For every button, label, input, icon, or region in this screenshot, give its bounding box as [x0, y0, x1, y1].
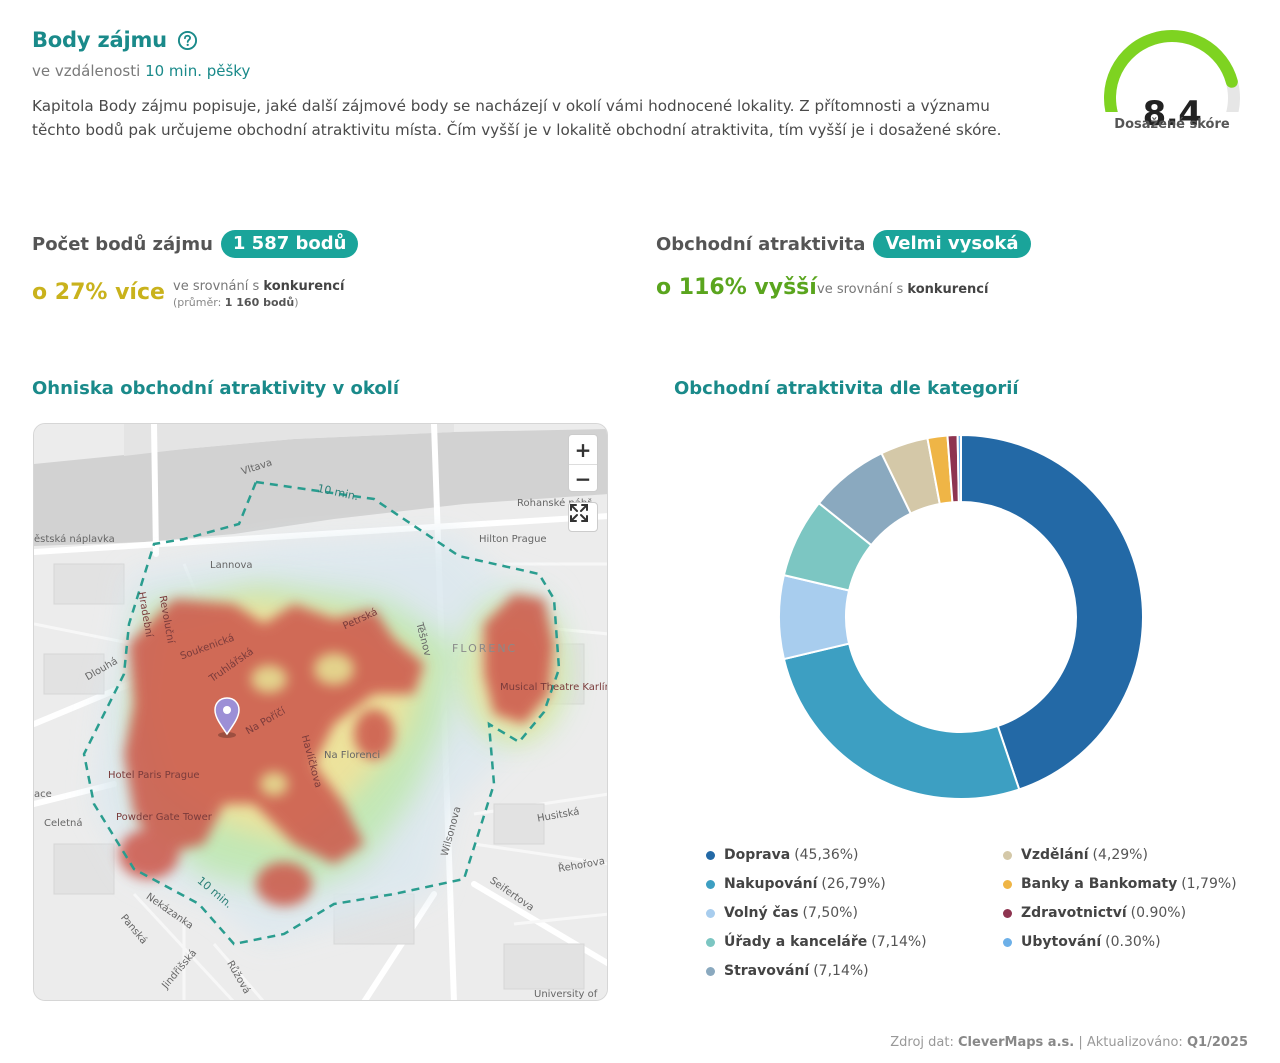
zoom-in-button[interactable]: +	[569, 435, 597, 464]
legend-item-stravovani: Stravování (7,14%)	[706, 963, 869, 979]
legend-dot	[1003, 908, 1012, 918]
legend-dot	[706, 908, 715, 918]
map-label-university: University of	[534, 989, 598, 1000]
legend-item-urady: Úřady a kanceláře (7,14%)	[706, 934, 927, 950]
poi-count-metric: Počet bodů zájmu 1 587 bodů	[32, 230, 359, 258]
zoom-controls: + −	[568, 434, 598, 492]
map-label-florenc: FLORENC	[452, 642, 518, 655]
map-label-celetna: Celetná	[44, 818, 83, 829]
score-gauge: 8.4 Dosažené skóre	[1094, 22, 1250, 142]
map-label-hilton: Hilton Prague	[479, 534, 547, 545]
legend-item-zdravotnictvi: Zdravotnictví (0.90%)	[1003, 905, 1186, 921]
legend-item-volny-cas: Volný čas (7,50%)	[706, 905, 858, 921]
map-label-hotel-paris: Hotel Paris Prague	[108, 770, 200, 781]
data-source-footer: Zdroj dat: CleverMaps a.s. | Aktualizová…	[890, 1035, 1248, 1050]
help-icon[interactable]	[177, 30, 198, 51]
distance-subtitle: ve vzdálenosti 10 min. pěšky	[32, 62, 251, 80]
attractivity-label: Obchodní atraktivita	[656, 233, 866, 255]
donut-slice-8[interactable]	[956, 433, 962, 504]
legend-dot	[1003, 850, 1012, 860]
poi-compare: ve srovnání s konkurencí	[173, 279, 345, 294]
fullscreen-icon	[570, 504, 588, 522]
map-section-title: Ohniska obchodní atraktivity v okolí	[32, 378, 400, 399]
poi-count-badge: 1 587 bodů	[220, 230, 359, 258]
legend-dot	[706, 850, 715, 860]
map-label-ace: ace	[34, 789, 52, 800]
fullscreen-button[interactable]	[568, 502, 598, 532]
page-title: Body zájmu	[32, 28, 167, 52]
legend-item-doprava: Doprava (45,36%)	[706, 847, 859, 863]
score-label: Dosažené skóre	[1114, 117, 1230, 132]
zoom-out-button[interactable]: −	[569, 464, 597, 493]
donut-slice-1[interactable]	[782, 642, 1021, 800]
legend-item-banky: Banky a Bankomaty (1,79%)	[1003, 876, 1237, 892]
donut-svg	[778, 433, 1144, 800]
attractivity-badge: Velmi vysoká	[873, 230, 1031, 258]
poi-count-label: Počet bodů zájmu	[32, 233, 213, 255]
map-label-na-florenci: Na Florenci	[324, 750, 381, 761]
legend-dot	[706, 966, 715, 976]
map-label-naplavka: ěstská náplavka	[34, 534, 115, 545]
map-canvas[interactable]	[34, 424, 608, 1001]
distance-value: 10 min. pěšky	[145, 62, 251, 80]
legend-dot	[706, 879, 715, 889]
legend-dot	[1003, 937, 1012, 947]
poi-average: (průměr: 1 160 bodů)	[173, 296, 299, 309]
map-label-powder-gate: Powder Gate Tower	[116, 812, 212, 823]
attractivity-metric: Obchodní atraktivita Velmi vysoká	[656, 230, 1031, 258]
legend-item-nakupovani: Nakupování (26,79%)	[706, 876, 886, 892]
attractivity-delta: o 116% vyšší	[656, 275, 817, 300]
category-donut-chart	[776, 433, 1146, 809]
legend-dot	[706, 937, 715, 947]
chart-section-title: Obchodní atraktivita dle kategorií	[674, 378, 1019, 399]
attractivity-compare: ve srovnání s konkurencí	[817, 282, 989, 297]
chapter-description: Kapitola Body zájmu popisuje, jaké další…	[32, 97, 1002, 139]
poi-delta: o 27% více	[32, 280, 165, 305]
heatmap-map[interactable]: Vltava 10 min. Rohanské nábř. ěstská náp…	[33, 423, 608, 1001]
legend-item-vzdelani: Vzdělání (4,29%)	[1003, 847, 1148, 863]
map-label-musical: Musical Theatre Karlín	[500, 682, 608, 693]
legend-item-ubytovani: Ubytování (0.30%)	[1003, 934, 1161, 950]
legend-dot	[1003, 879, 1012, 889]
section-header: Body zájmu	[32, 28, 198, 52]
map-label-lannova: Lannova	[210, 560, 253, 571]
